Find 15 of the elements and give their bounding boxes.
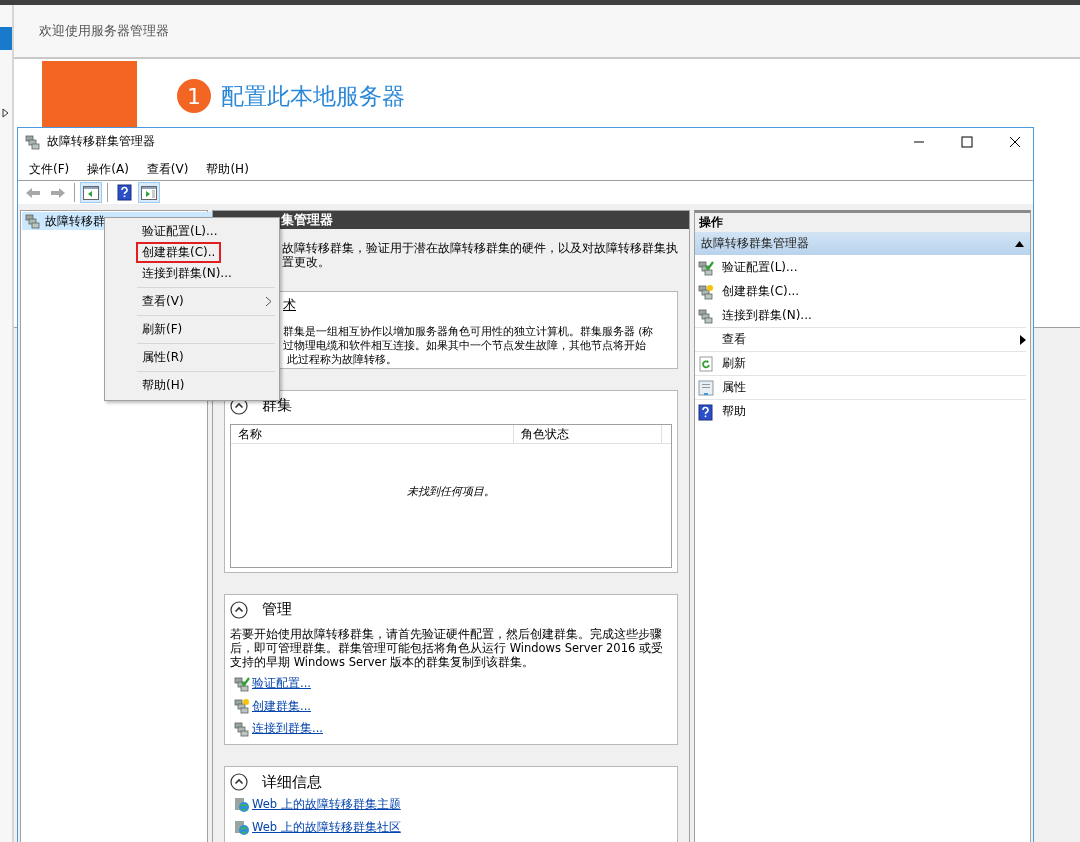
section-title: 管理	[262, 600, 292, 620]
pane-header: 集管理器	[213, 211, 689, 229]
section-title: 术	[283, 296, 296, 314]
empty-message: 未找到任何项目。	[407, 483, 495, 499]
page-title: 欢迎使用服务器管理器	[39, 22, 169, 40]
window-title: 故障转移群集管理器	[47, 133, 156, 150]
section-text: 若要开始使用故障转移群集，请首先验证硬件配置，然后创建群集。完成这些步骤后，即可管理群集。群集管理可能包括将角色从运行 Windows Server 2016 或受支持的早期 Windows Server 版本的群集复制到该群集。	[230, 626, 664, 669]
section-title: 详细信息	[262, 772, 322, 792]
overview-text: 此过程称为故障转移。	[287, 352, 398, 366]
overview-text: 群集是一组相互协作以增加服务器角色可用性的独立计算机。群集服务器 (称	[283, 324, 655, 338]
intro-text: 置更改。	[282, 255, 331, 269]
pane-title: 操作	[699, 214, 723, 231]
intro-text: 故障转移群集，验证用于潜在故障转移群集的硬件，以及对故障转移群集执	[282, 241, 679, 255]
overview-text: 过物理电缆和软件相互连接。如果其中一个节点发生故障，其他节点将开始	[283, 338, 647, 352]
step-number: 1	[177, 79, 211, 113]
